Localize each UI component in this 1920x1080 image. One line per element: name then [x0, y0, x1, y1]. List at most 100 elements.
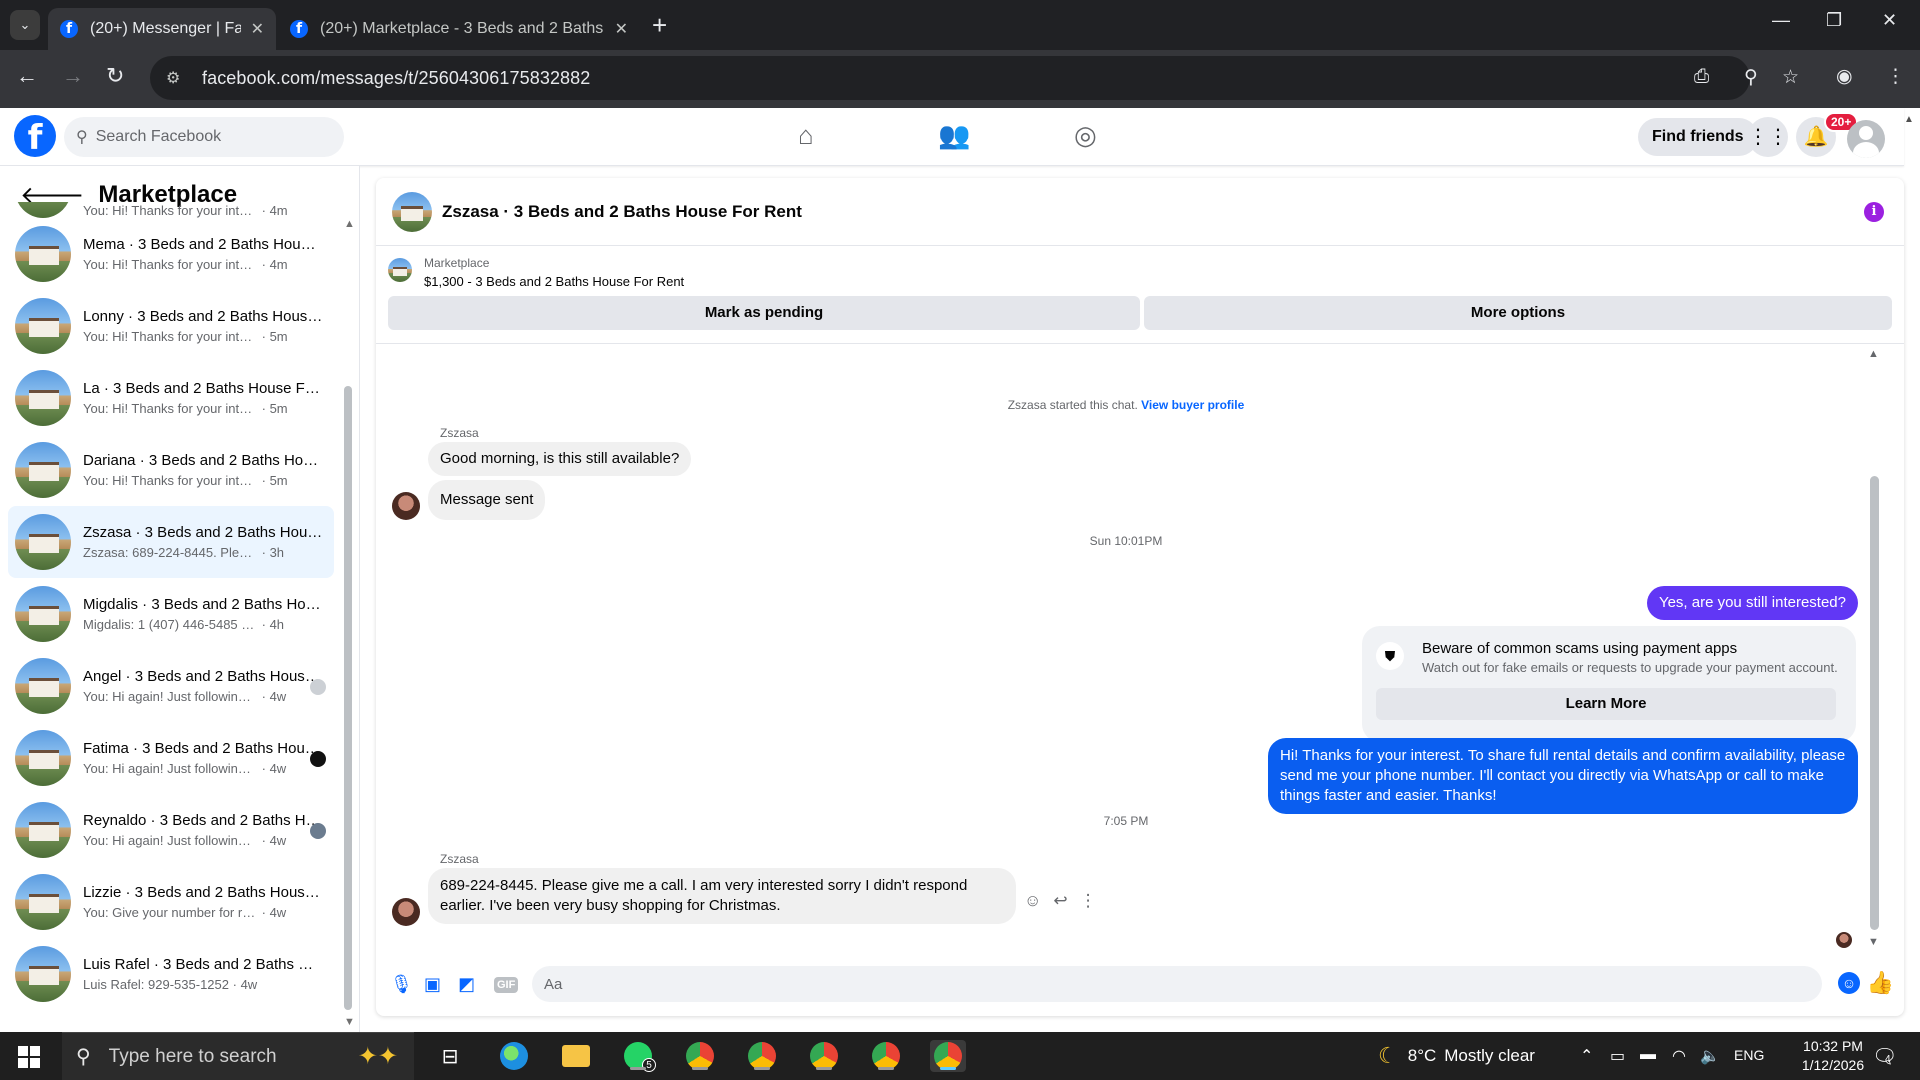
- message-actions: ☺ ↩ ⋮: [1024, 891, 1097, 911]
- conversation-row[interactable]: Luis Rafel · 3 Beds and 2 Baths House Fo…: [8, 938, 334, 1010]
- outgoing-message[interactable]: Yes, are you still interested?: [1646, 586, 1858, 620]
- conversation-row[interactable]: Mema · 3 Beds and 2 Baths House For Rent…: [8, 218, 334, 290]
- conversation-row[interactable]: Fatima · 3 Beds and 2 Baths House For Re…: [8, 722, 334, 794]
- chrome-profile-icon[interactable]: [682, 1040, 718, 1072]
- zoom-icon[interactable]: ⚲: [1744, 66, 1758, 89]
- facebook-logo[interactable]: f: [14, 115, 56, 158]
- menu-grid-icon[interactable]: ⋮⋮: [1748, 117, 1788, 157]
- chat-title[interactable]: Zszasa · 3 Beds and 2 Baths House For Re…: [442, 202, 802, 222]
- find-friends-button[interactable]: Find friends: [1638, 118, 1758, 156]
- url-text[interactable]: facebook.com/messages/t/2560430617583288…: [202, 68, 590, 89]
- profile-icon[interactable]: ◉: [1836, 65, 1853, 88]
- conversation-row[interactable]: You: Hi! Thanks for your interest. T... …: [8, 202, 334, 218]
- scroll-up-arrow[interactable]: ▲: [344, 218, 355, 230]
- minimize-icon[interactable]: —: [1772, 10, 1790, 31]
- language-indicator[interactable]: ENG: [1734, 1047, 1764, 1063]
- scroll-down-arrow[interactable]: ▼: [1868, 936, 1879, 948]
- incoming-message[interactable]: Message sent: [428, 480, 546, 520]
- battery-icon[interactable]: ▬: [1640, 1046, 1656, 1064]
- chrome-profile-icon[interactable]: [868, 1040, 904, 1072]
- chevron-up-icon[interactable]: ⌃: [1580, 1046, 1593, 1066]
- restore-icon[interactable]: ❐: [1826, 10, 1842, 31]
- home-icon[interactable]: ⌂: [798, 120, 814, 151]
- emoji-icon[interactable]: ☺: [1838, 972, 1860, 994]
- install-app-icon[interactable]: ⎙: [1694, 66, 1709, 88]
- more-icon[interactable]: ⋮: [1080, 891, 1097, 911]
- address-bar[interactable]: ⚙ facebook.com/messages/t/25604306175832…: [150, 56, 1799, 100]
- page-scroll-up-arrow[interactable]: ▲: [1904, 114, 1914, 125]
- browser-menu-icon[interactable]: ⋮: [1886, 65, 1905, 88]
- task-view-icon[interactable]: ⊟: [432, 1040, 468, 1072]
- notification-center-icon[interactable]: 🗨 4: [1872, 1044, 1897, 1069]
- site-info-icon[interactable]: ⚙: [166, 68, 188, 88]
- listing-thumbnail[interactable]: [388, 258, 412, 282]
- conversation-row[interactable]: Lizzie · 3 Beds and 2 Baths House For Re…: [8, 866, 334, 938]
- like-thumb-icon[interactable]: 👍: [1867, 970, 1894, 996]
- new-tab-button[interactable]: +: [652, 12, 667, 38]
- mark-as-pending-button[interactable]: Mark as pending: [388, 296, 1140, 330]
- groups-icon[interactable]: ◎: [1074, 120, 1097, 151]
- conversation-time: 4w: [269, 905, 287, 920]
- conversation-row[interactable]: Dariana · 3 Beds and 2 Baths House For R…: [8, 434, 334, 506]
- tab-marketplace[interactable]: f (20+) Marketplace - 3 Beds and 2 Baths…: [278, 8, 640, 50]
- message-input-wrapper[interactable]: [532, 966, 1822, 1002]
- tab-search-button[interactable]: ⌄: [10, 10, 40, 40]
- facebook-search[interactable]: ⚲: [64, 117, 344, 157]
- whatsapp-icon[interactable]: 5: [620, 1040, 656, 1072]
- search-input[interactable]: [95, 128, 316, 146]
- more-options-button[interactable]: More options: [1144, 296, 1892, 330]
- reload-icon[interactable]: ↻: [106, 63, 124, 89]
- outgoing-message[interactable]: Hi! Thanks for your interest. To share f…: [1268, 738, 1858, 814]
- scroll-up-arrow[interactable]: ▲: [1868, 348, 1879, 360]
- sidebar-scrollbar[interactable]: [344, 386, 352, 1010]
- volume-icon[interactable]: 🔈: [1700, 1046, 1720, 1066]
- conversation-row[interactable]: Lonny · 3 Beds and 2 Baths House For Ren…: [8, 290, 334, 362]
- chrome-profile-icon[interactable]: [930, 1040, 966, 1072]
- conversation-row[interactable]: Migdalis · 3 Beds and 2 Baths House For …: [8, 578, 334, 650]
- scroll-down-arrow[interactable]: ▼: [344, 1016, 355, 1028]
- microphone-icon[interactable]: 🎙: [390, 974, 413, 995]
- forward-arrow-icon[interactable]: →: [62, 63, 84, 89]
- reply-icon[interactable]: ↩: [1053, 891, 1067, 911]
- incoming-message[interactable]: 689-224-8445. Please give me a call. I a…: [428, 868, 1016, 924]
- message-input[interactable]: [544, 975, 1744, 993]
- back-arrow-icon[interactable]: ←: [16, 63, 38, 89]
- conversation-preview: Migdalis: 1 (407) 446-5485 Pablo: [83, 617, 258, 632]
- view-buyer-profile-link[interactable]: View buyer profile: [1141, 398, 1244, 412]
- listing-detail[interactable]: $1,300 - 3 Beds and 2 Baths House For Re…: [424, 274, 684, 289]
- sender-avatar[interactable]: [392, 898, 420, 926]
- close-icon[interactable]: ✕: [615, 19, 628, 39]
- taskbar-search[interactable]: ⚲ Type here to search ✦✦: [62, 1032, 414, 1080]
- sticker-icon[interactable]: ◩: [458, 974, 475, 995]
- photo-icon[interactable]: ▣: [424, 974, 441, 995]
- info-icon[interactable]: i: [1864, 202, 1884, 222]
- chrome-profile-icon[interactable]: [744, 1040, 780, 1072]
- file-explorer-icon[interactable]: [558, 1040, 594, 1072]
- clock[interactable]: 10:32 PM 1/12/2026: [1788, 1037, 1878, 1075]
- close-window-icon[interactable]: ✕: [1882, 10, 1897, 31]
- learn-more-button[interactable]: Learn More: [1376, 688, 1836, 720]
- sender-avatar[interactable]: [392, 492, 420, 520]
- account-avatar[interactable]: [1847, 120, 1885, 158]
- tab-messenger[interactable]: f (20+) Messenger | Facebook ✕: [48, 8, 276, 50]
- weather-widget[interactable]: ☾ 8°C Mostly clear: [1378, 1032, 1535, 1080]
- conversation-row[interactable]: Reynaldo · 3 Beds and 2 Baths House For …: [8, 794, 334, 866]
- bookmark-star-icon[interactable]: ☆: [1782, 66, 1799, 89]
- wifi-icon[interactable]: ◠: [1672, 1046, 1686, 1066]
- friends-icon[interactable]: 👥: [938, 120, 970, 151]
- chat-scrollbar[interactable]: [1870, 476, 1879, 930]
- conversation-row[interactable]: Angel · 3 Beds and 2 Baths House For Ren…: [8, 650, 334, 722]
- conversation-text: Zszasa · 3 Beds and 2 Baths House For Re…: [83, 524, 323, 560]
- react-icon[interactable]: ☺: [1024, 891, 1041, 911]
- conversation-row[interactable]: La · 3 Beds and 2 Baths House For Rent Yo…: [8, 362, 334, 434]
- close-icon[interactable]: ✕: [251, 19, 264, 39]
- highlights-icon[interactable]: ✦✦: [358, 1042, 398, 1071]
- conversation-row[interactable]: Zszasa · 3 Beds and 2 Baths House For Re…: [8, 506, 334, 578]
- windows-start-icon[interactable]: [18, 1046, 40, 1068]
- listing-thumbnail[interactable]: [392, 191, 432, 232]
- gif-icon[interactable]: GIF: [494, 977, 519, 993]
- meet-icon[interactable]: ▭: [1610, 1046, 1625, 1066]
- edge-icon[interactable]: [496, 1040, 532, 1072]
- incoming-message[interactable]: Good morning, is this still available?: [428, 442, 692, 476]
- chrome-profile-icon[interactable]: [806, 1040, 842, 1072]
